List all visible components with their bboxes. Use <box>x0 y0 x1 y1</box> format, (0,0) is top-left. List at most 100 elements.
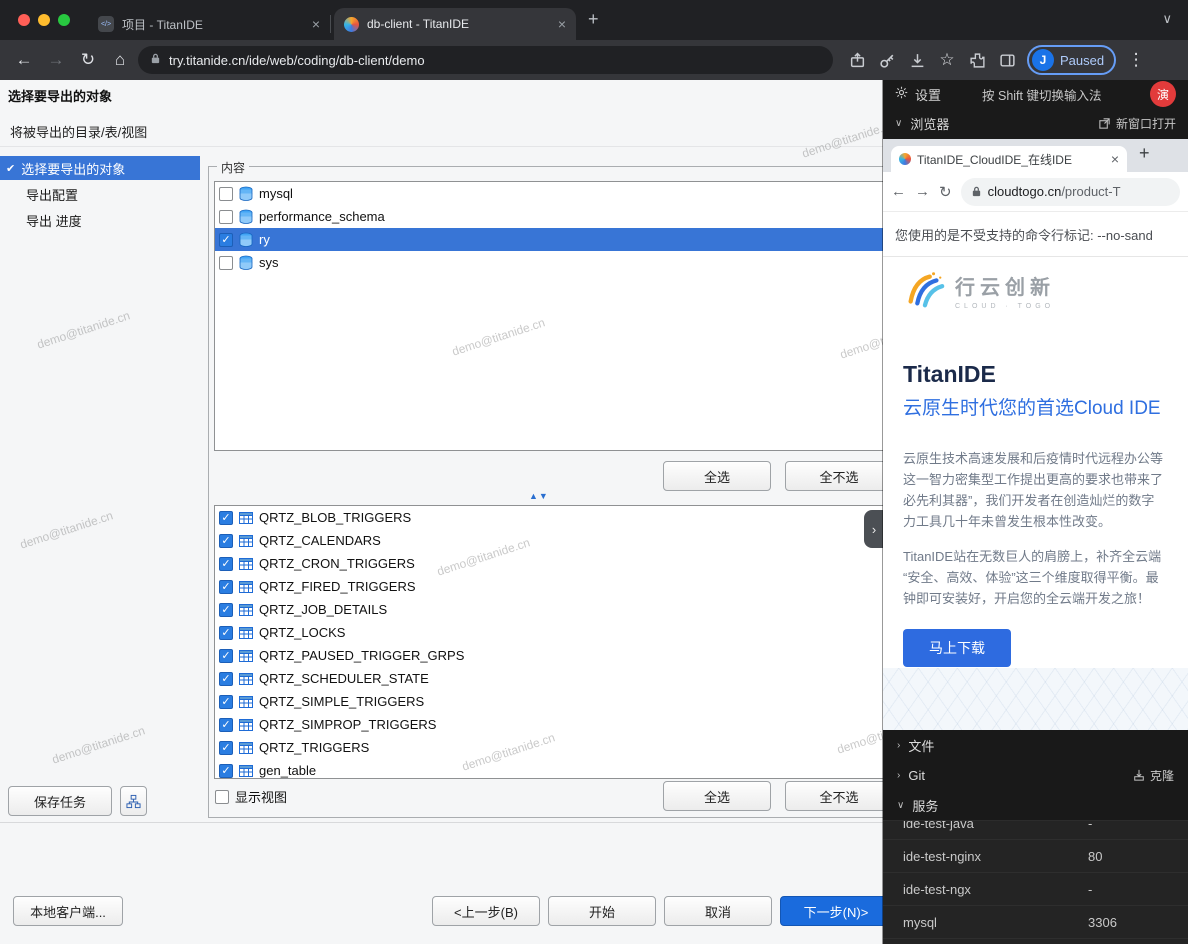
select-all-tables-button[interactable]: 全选 <box>663 781 771 811</box>
embedded-address-bar[interactable]: cloudtogo.cn/product-T <box>961 178 1180 206</box>
save-task-button[interactable]: 保存任务 <box>8 786 112 816</box>
panel-collapse-handle[interactable]: › <box>864 510 884 548</box>
show-views-checkbox[interactable] <box>215 790 229 804</box>
password-key-icon[interactable] <box>873 46 901 74</box>
table-checkbox[interactable]: ✓ <box>219 718 233 732</box>
extensions-puzzle-icon[interactable] <box>963 46 991 74</box>
cancel-button[interactable]: 取消 <box>664 896 772 926</box>
table-row[interactable]: ✓QRTZ_BLOB_TRIGGERS <box>215 506 915 529</box>
close-tab-icon[interactable]: × <box>1111 151 1119 167</box>
table-checkbox[interactable]: ✓ <box>219 511 233 525</box>
forward-icon[interactable]: → <box>42 46 70 74</box>
table-row[interactable]: ✓QRTZ_CRON_TRIGGERS <box>215 552 915 575</box>
table-row[interactable]: ✓QRTZ_SCHEDULER_STATE <box>215 667 915 690</box>
back-icon[interactable]: ← <box>10 46 38 74</box>
tab-db-client[interactable]: db-client - TitanIDE × <box>334 8 576 40</box>
table-row[interactable]: ✓QRTZ_PAUSED_TRIGGER_GRPS <box>215 644 915 667</box>
new-tab-button[interactable]: + <box>588 9 599 30</box>
home-icon[interactable]: ⌂ <box>106 46 134 74</box>
schema-row[interactable]: sys <box>215 251 915 274</box>
download-now-button[interactable]: 马上下载 <box>903 629 1011 667</box>
open-new-window-button[interactable]: 新窗口打开 <box>1098 115 1176 132</box>
table-checkbox[interactable]: ✓ <box>219 764 233 778</box>
embedded-tab[interactable]: TitanIDE_CloudIDE_在线IDE × <box>891 146 1127 172</box>
profile-chip[interactable]: J Paused <box>1027 45 1116 75</box>
table-checkbox[interactable]: ✓ <box>219 534 233 548</box>
schema-checkbox[interactable] <box>219 210 233 224</box>
table-row[interactable]: ✓QRTZ_CALENDARS <box>215 529 915 552</box>
reload-icon[interactable]: ↻ <box>939 183 952 201</box>
table-row[interactable]: ✓QRTZ_SIMPLE_TRIGGERS <box>215 690 915 713</box>
download-icon[interactable] <box>903 46 931 74</box>
table-row[interactable]: ✓QRTZ_TRIGGERS <box>215 736 915 759</box>
schema-row[interactable]: ✓ry <box>215 228 915 251</box>
address-bar[interactable]: try.titanide.cn/ide/web/coding/db-client… <box>138 46 833 74</box>
table-row[interactable]: ✓QRTZ_JOB_DETAILS <box>215 598 915 621</box>
git-section-header[interactable]: › Git 克隆 <box>883 760 1188 790</box>
fullscreen-window-button[interactable] <box>58 14 70 26</box>
table-checkbox[interactable]: ✓ <box>219 626 233 640</box>
select-all-schemas-button[interactable]: 全选 <box>663 461 771 491</box>
table-checkbox[interactable]: ✓ <box>219 695 233 709</box>
table-list[interactable]: ✓QRTZ_BLOB_TRIGGERS✓QRTZ_CALENDARS✓QRTZ_… <box>214 505 916 779</box>
browser-section-header[interactable]: ∨ 浏览器 新窗口打开 <box>883 108 1188 139</box>
files-section-header[interactable]: › 文件 <box>883 730 1188 760</box>
demo-badge[interactable]: 演 <box>1150 81 1176 107</box>
table-checkbox[interactable]: ✓ <box>219 603 233 617</box>
next-step-button[interactable]: 下一步(N)> <box>780 896 892 926</box>
local-client-button[interactable]: 本地客户端... <box>13 896 123 926</box>
wizard-step[interactable]: 导出 进度 <box>0 208 200 232</box>
table-checkbox[interactable]: ✓ <box>219 741 233 755</box>
schema-checkbox[interactable] <box>219 187 233 201</box>
previous-step-button[interactable]: <上一步(B) <box>432 896 540 926</box>
table-row[interactable]: ✓QRTZ_SIMPROP_TRIGGERS <box>215 713 915 736</box>
schema-checkbox[interactable]: ✓ <box>219 233 233 247</box>
table-row[interactable]: ✓gen_table <box>215 759 915 779</box>
wizard-step[interactable]: ✔选择要导出的对象 <box>0 156 200 180</box>
tab-project[interactable]: </> 项目 - TitanIDE × <box>88 8 330 40</box>
table-row[interactable]: ✓QRTZ_FIRED_TRIGGERS <box>215 575 915 598</box>
tab-search-chevron-icon[interactable]: ∨ <box>1162 11 1172 27</box>
select-none-tables-button[interactable]: 全不选 <box>785 781 893 811</box>
service-row[interactable]: ide-test-java- <box>883 820 1188 840</box>
minimize-window-button[interactable] <box>38 14 50 26</box>
settings-label[interactable]: 设置 <box>915 85 941 104</box>
page-subtitle: 将被导出的目录/表/视图 <box>10 122 147 141</box>
back-icon[interactable]: ← <box>891 183 906 200</box>
close-tab-icon[interactable]: × <box>312 16 320 32</box>
menu-dots-icon[interactable]: ⋮ <box>1122 46 1150 74</box>
table-icon <box>238 694 254 710</box>
side-panel-icon[interactable] <box>993 46 1021 74</box>
schema-row[interactable]: mysql <box>215 182 915 205</box>
table-checkbox[interactable]: ✓ <box>219 649 233 663</box>
table-row[interactable]: ✓QRTZ_LOCKS <box>215 621 915 644</box>
wizard-step[interactable]: 导出配置 <box>0 182 200 206</box>
git-clone-button[interactable]: 克隆 <box>1133 767 1174 784</box>
service-row[interactable]: mysql3306 <box>883 906 1188 939</box>
service-row[interactable]: ide-test-ngx- <box>883 873 1188 906</box>
select-none-schemas-button[interactable]: 全不选 <box>785 461 893 491</box>
share-icon[interactable] <box>843 46 871 74</box>
schema-checkbox[interactable] <box>219 256 233 270</box>
splitter-arrows-icon[interactable]: ▲▼ <box>529 491 549 501</box>
forward-icon[interactable]: → <box>915 183 930 200</box>
table-checkbox[interactable]: ✓ <box>219 580 233 594</box>
bookmark-star-icon[interactable]: ☆ <box>933 46 961 74</box>
service-row[interactable]: ide-test-nginx80 <box>883 840 1188 873</box>
watermark-text: demo@titanide.cn <box>50 723 146 766</box>
close-tab-icon[interactable]: × <box>558 16 566 32</box>
schema-name: mysql <box>259 186 293 201</box>
close-window-button[interactable] <box>18 14 30 26</box>
table-icon <box>238 533 254 549</box>
gear-icon[interactable] <box>895 86 908 102</box>
start-button[interactable]: 开始 <box>548 896 656 926</box>
table-checkbox[interactable]: ✓ <box>219 672 233 686</box>
schema-list[interactable]: mysql performance_schema✓rysys <box>214 181 916 451</box>
services-section-header[interactable]: ∨ 服务 <box>883 790 1188 820</box>
avatar: J <box>1032 49 1054 71</box>
schema-row[interactable]: performance_schema <box>215 205 915 228</box>
table-checkbox[interactable]: ✓ <box>219 557 233 571</box>
new-tab-button[interactable]: + <box>1139 143 1150 164</box>
reload-icon[interactable]: ↻ <box>74 46 102 74</box>
task-flow-button[interactable] <box>120 786 147 816</box>
